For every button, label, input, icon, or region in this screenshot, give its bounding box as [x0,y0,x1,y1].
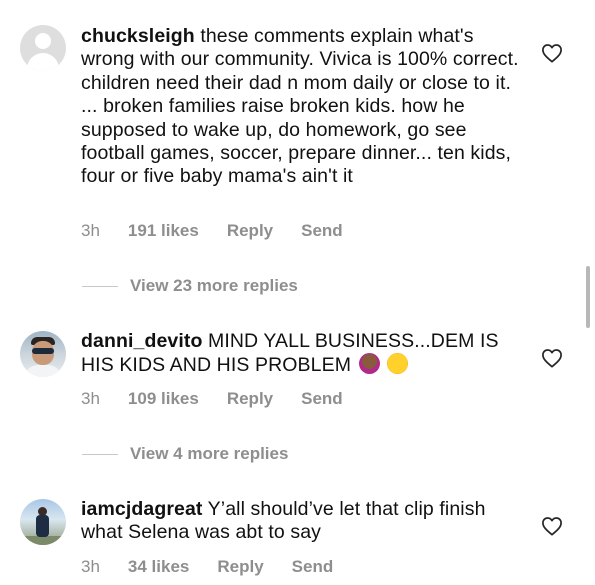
comment-likes[interactable]: 34 likes [128,557,189,577]
comment-time: 3h [81,389,100,408]
view-more-replies[interactable]: View 4 more replies [82,444,288,464]
send-button[interactable]: Send [292,557,334,577]
avatar[interactable] [20,25,66,71]
comment-body: these comments explain what's wrong with… [81,25,519,188]
view-more-label[interactable]: View 23 more replies [130,276,298,296]
comment-username[interactable]: danni_devito [81,330,202,352]
comment-time: 3h [81,557,100,576]
comment-username[interactable]: iamcjdagreat [81,498,203,520]
scrollbar[interactable] [586,266,590,328]
reply-button[interactable]: Reply [217,557,263,577]
heart-icon[interactable] [541,348,563,368]
view-more-replies[interactable]: View 23 more replies [82,276,298,296]
comment-likes[interactable]: 109 likes [128,389,199,409]
reply-button[interactable]: Reply [227,389,273,409]
heart-icon[interactable] [541,516,563,536]
comment-text: chucksleigh these comments explain what'… [81,25,531,189]
comment-username[interactable]: chucksleigh [81,25,195,47]
avatar[interactable] [20,331,66,377]
comment-meta: 3h 109 likes Reply Send [81,389,371,409]
divider [82,453,118,455]
divider [82,285,118,287]
reply-button[interactable]: Reply [227,221,273,241]
avatar[interactable] [20,499,66,545]
comment-text: iamcjdagreat Y’all should’ve let that cl… [81,498,531,545]
heart-icon[interactable] [541,43,563,63]
view-more-label[interactable]: View 4 more replies [130,444,288,464]
comment-text: danni_devito MIND YALL BUSINESS...DEM IS… [81,330,531,378]
comment-time: 3h [81,221,100,240]
woman-shrugging-emoji-icon [358,353,380,375]
comment-meta: 3h 34 likes Reply Send [81,557,361,577]
send-button[interactable]: Send [301,389,343,409]
send-button[interactable]: Send [301,221,343,241]
comment-meta: 3h 191 likes Reply Send [81,221,371,241]
rofl-emoji-icon [387,353,409,375]
comment-likes[interactable]: 191 likes [128,221,199,241]
